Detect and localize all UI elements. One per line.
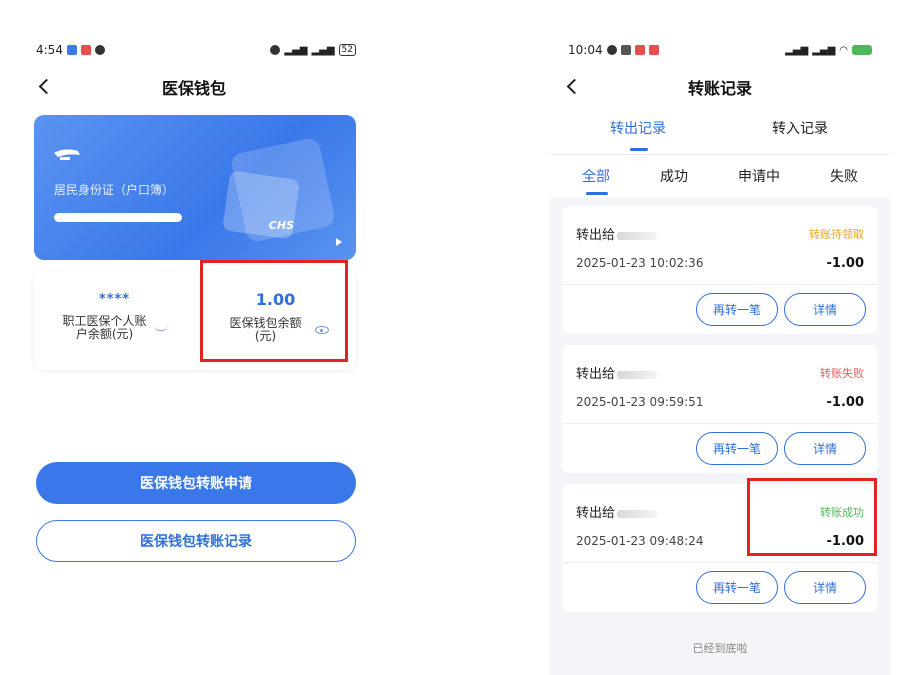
battery-icon xyxy=(852,45,872,55)
chat-notification-icon xyxy=(606,45,617,55)
end-of-list-text: 已经到底啦 xyxy=(692,642,748,655)
wifi-icon: ◠ xyxy=(839,44,848,56)
record-card: 转出给 转账失败 2025-01-23 09:59:51 -1.00 再转一笔 … xyxy=(562,345,878,473)
transfer-records-button[interactable]: 医保钱包转账记录 xyxy=(36,520,356,562)
filter-all[interactable]: 全部 xyxy=(582,166,610,186)
app-notification-icon xyxy=(80,45,91,55)
status-time: 10:04 xyxy=(568,43,603,57)
tab-incoming[interactable]: 转入记录 xyxy=(772,118,828,138)
transfer-again-button[interactable]: 再转一笔 xyxy=(696,571,778,604)
highlight-box xyxy=(200,260,348,362)
record-recipient: 转出给 xyxy=(576,502,658,521)
battery-icon: 52 xyxy=(338,44,356,56)
transfer-records-screen: 10:04 ▂▄▆ ▂▄▆ ◠ 转账记录 转出记录 转入记录 全部 成功 申请中… xyxy=(550,30,890,675)
balance-label: 职工医保个人账户余额(元) xyxy=(62,314,147,341)
personal-account-balance: **** 职工医保个人账户余额(元) xyxy=(34,270,195,370)
detail-button[interactable]: 详情 xyxy=(784,571,866,604)
signal-icon: ▂▄▆ xyxy=(284,44,308,56)
app-notification-icon xyxy=(634,45,645,55)
direction-tabs: 转出记录 转入记录 xyxy=(550,118,890,158)
status-time: 4:54 xyxy=(36,43,63,57)
transfer-again-button[interactable]: 再转一笔 xyxy=(696,432,778,465)
filter-success[interactable]: 成功 xyxy=(660,166,688,186)
filter-indicator xyxy=(586,192,608,195)
record-status: 转账失败 xyxy=(820,367,864,380)
divider xyxy=(550,154,890,155)
record-amount: -1.00 xyxy=(826,395,864,410)
highlight-box xyxy=(747,478,877,556)
app-notification-icon xyxy=(66,45,77,55)
tab-indicator xyxy=(630,148,648,151)
tab-outgoing[interactable]: 转出记录 xyxy=(610,118,666,138)
record-recipient: 转出给 xyxy=(576,363,658,382)
divider xyxy=(562,284,878,285)
nav-bar: 医保钱包 xyxy=(22,72,366,102)
page-title: 转账记录 xyxy=(687,79,752,98)
filter-failed[interactable]: 失败 xyxy=(830,166,858,186)
record-time: 2025-01-23 10:02:36 xyxy=(576,256,704,270)
divider xyxy=(562,562,878,563)
id-card[interactable]: 居民身份证（户口簿） CHS xyxy=(34,115,356,260)
insurance-logo-icon xyxy=(54,149,80,160)
record-card: 转出给 转账待领取 2025-01-23 10:02:36 -1.00 再转一笔… xyxy=(562,206,878,334)
redacted-id-number xyxy=(54,213,182,222)
divider xyxy=(562,423,878,424)
eye-closed-icon[interactable] xyxy=(153,325,168,331)
transfer-again-button[interactable]: 再转一笔 xyxy=(696,293,778,326)
chs-logo: CHS xyxy=(268,219,294,232)
nav-bar: 转账记录 xyxy=(550,72,890,102)
app-notification-icon xyxy=(648,45,659,55)
record-status: 转账待领取 xyxy=(809,228,864,241)
app-notification-icon xyxy=(620,45,631,55)
record-recipient: 转出给 xyxy=(576,224,658,243)
screenshot-root: 4:54 ▂▄▆ ▂▄▆ 52 医保钱包 居民身份证（户口簿） CHS ****… xyxy=(0,0,904,675)
eye-notification-icon xyxy=(94,45,105,55)
play-icon[interactable] xyxy=(336,238,342,246)
record-time: 2025-01-23 09:59:51 xyxy=(576,395,704,409)
alarm-icon xyxy=(270,45,281,55)
transfer-apply-button[interactable]: 医保钱包转账申请 xyxy=(36,462,356,504)
back-icon[interactable] xyxy=(36,76,56,96)
balance-value: **** xyxy=(98,292,131,307)
signal-icon: ▂▄▆ xyxy=(812,44,836,56)
page-title: 医保钱包 xyxy=(161,79,226,98)
filter-pending[interactable]: 申请中 xyxy=(738,166,780,186)
record-amount: -1.00 xyxy=(826,256,864,271)
detail-button[interactable]: 详情 xyxy=(784,293,866,326)
status-bar: 4:54 ▂▄▆ ▂▄▆ 52 xyxy=(36,40,356,60)
id-type-label: 居民身份证（户口簿） xyxy=(54,183,175,197)
status-bar: 10:04 ▂▄▆ ▂▄▆ ◠ xyxy=(568,40,872,60)
signal-icon: ▂▄▆ xyxy=(785,44,809,56)
signal-icon: ▂▄▆ xyxy=(311,44,335,56)
back-icon[interactable] xyxy=(564,76,584,96)
detail-button[interactable]: 详情 xyxy=(784,432,866,465)
record-time: 2025-01-23 09:48:24 xyxy=(576,534,704,548)
